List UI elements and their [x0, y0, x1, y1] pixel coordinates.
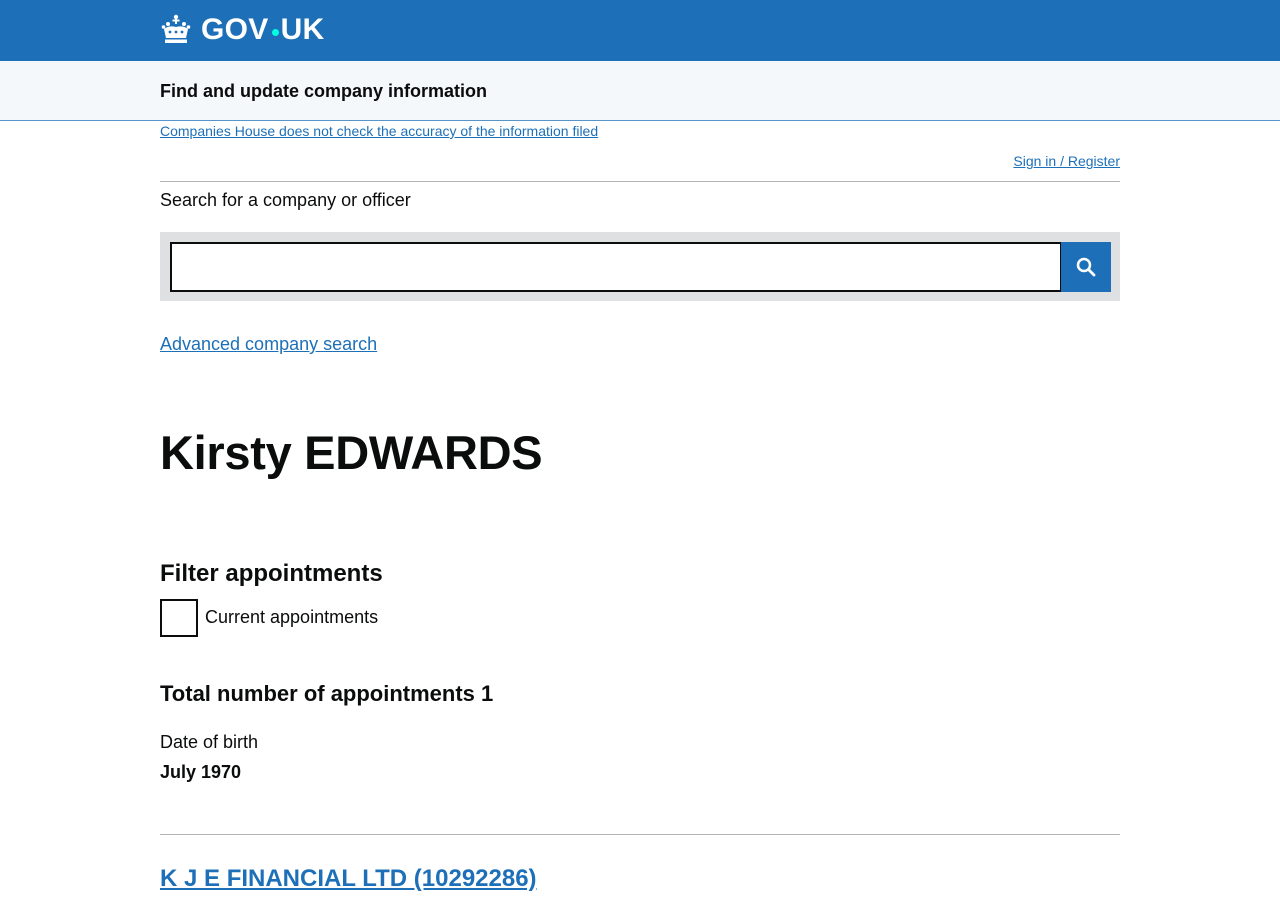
service-bar: Find and update company information	[0, 61, 1280, 121]
date-of-birth-value: July 1970	[160, 762, 242, 782]
search-label: Search for a company or officer	[160, 190, 411, 210]
total-appointments-heading: Total number of appointments 1	[160, 681, 494, 706]
govuk-logo-link[interactable]: GOV UK	[160, 12, 325, 48]
appointment-company-link[interactable]: K J E FINANCIAL LTD (10292286)	[160, 864, 537, 894]
search-button[interactable]	[1061, 242, 1111, 292]
logo-text-gov: GOV	[201, 13, 269, 46]
date-of-birth-label: Date of birth	[160, 732, 259, 752]
current-appointments-checkbox[interactable]	[160, 599, 198, 637]
service-name-link[interactable]: Find and update company information	[160, 80, 487, 102]
filter-heading: Filter appointments	[160, 560, 383, 587]
search-icon	[1076, 257, 1096, 277]
logo-text-uk: UK	[280, 13, 325, 46]
govuk-logo-text: GOV UK	[201, 12, 325, 48]
crown-icon	[161, 14, 191, 43]
gov-header: GOV UK	[0, 0, 1280, 61]
search-input[interactable]	[170, 242, 1062, 292]
divider	[160, 834, 1120, 835]
divider	[160, 181, 1120, 182]
accuracy-notice-link[interactable]: Companies House does not check the accur…	[160, 122, 598, 140]
search-panel	[160, 232, 1120, 301]
current-appointments-label[interactable]: Current appointments	[205, 606, 378, 628]
logo-dot-icon	[271, 28, 279, 36]
page-title: Kirsty EDWARDS	[160, 426, 543, 479]
advanced-search-link[interactable]: Advanced company search	[160, 332, 377, 356]
sign-in-register-link[interactable]: Sign in / Register	[1013, 152, 1120, 170]
